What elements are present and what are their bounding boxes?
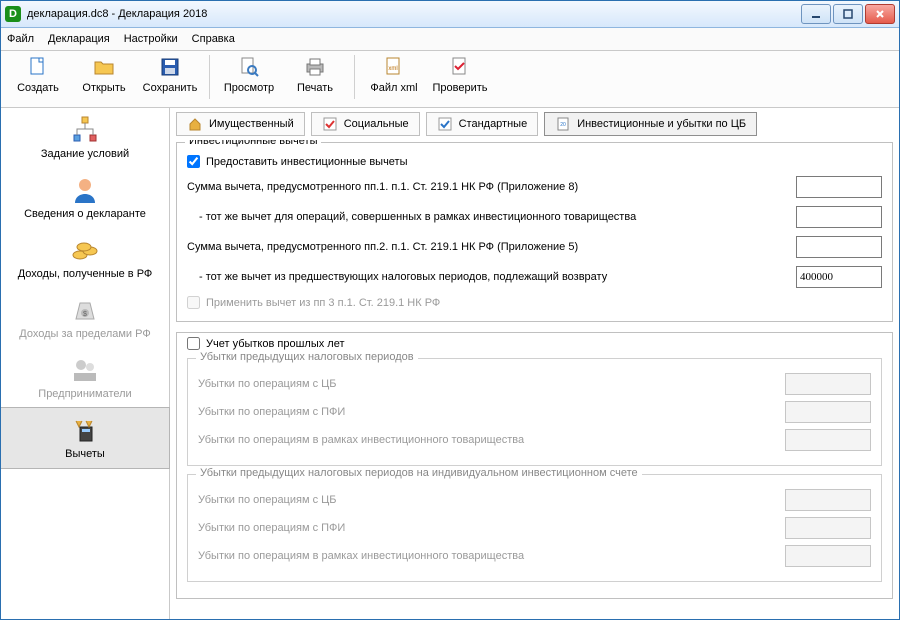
losses-group-1: Убытки предыдущих налоговых периодов Убы… xyxy=(187,358,882,466)
main: Имущественный Социальные Стандартные 20И… xyxy=(170,108,899,619)
tab-standard[interactable]: Стандартные xyxy=(426,112,539,136)
toolbar-print[interactable]: Печать xyxy=(282,53,348,96)
tab-property[interactable]: Имущественный xyxy=(176,112,305,136)
panel-invest-legend: Инвестиционные вычеты xyxy=(185,140,321,147)
body: Задание условий Сведения о декларанте До… xyxy=(1,108,899,619)
briefcase-icon xyxy=(69,354,101,386)
checkbox-losses-input[interactable] xyxy=(187,337,200,350)
tabbar: Имущественный Социальные Стандартные 20И… xyxy=(170,108,899,140)
invest-input-3[interactable] xyxy=(796,236,882,258)
svg-text:20: 20 xyxy=(560,122,566,128)
invest-line-1: Сумма вычета, предусмотренного пп.1. п.1… xyxy=(187,176,882,198)
losses2-input-3 xyxy=(785,545,871,567)
toolbar-separator xyxy=(354,55,355,99)
sidebar: Задание условий Сведения о декларанте До… xyxy=(1,108,170,619)
app-window: D декларация.dc8 - Декларация 2018 Файл … xyxy=(0,0,900,620)
checkbox-apply-p3-input xyxy=(187,296,200,309)
check-red-icon xyxy=(322,116,338,132)
toolbar-separator xyxy=(209,55,210,99)
invest-line-4: - тот же вычет из предшествующих налогов… xyxy=(187,266,882,288)
person-icon xyxy=(69,174,101,206)
window-buttons xyxy=(801,4,895,24)
doc-icon: 20 xyxy=(555,116,571,132)
menubar: Файл Декларация Настройки Справка xyxy=(1,28,899,51)
panel-invest: Инвестиционные вычеты Предоставить инвес… xyxy=(176,142,893,322)
checkbox-apply-p3: Применить вычет из пп 3 п.1. Ст. 219.1 Н… xyxy=(187,296,882,309)
toolbar-preview[interactable]: Просмотр xyxy=(216,53,282,96)
xml-icon: xml xyxy=(382,55,406,79)
losses1-input-3 xyxy=(785,429,871,451)
new-icon xyxy=(26,55,50,79)
losses-group-2: Убытки предыдущих налоговых периодов на … xyxy=(187,474,882,582)
save-icon xyxy=(158,55,182,79)
maximize-button[interactable] xyxy=(833,4,863,24)
checkbox-provide-invest-input[interactable] xyxy=(187,155,200,168)
print-icon xyxy=(303,55,327,79)
losses2-row-1: Убытки по операциям с ЦБ xyxy=(198,489,871,511)
losses2-input-1 xyxy=(785,489,871,511)
content: Инвестиционные вычеты Предоставить инвес… xyxy=(170,140,899,619)
panel-losses: Учет убытков прошлых лет Убытки предыдущ… xyxy=(176,332,893,599)
menu-help[interactable]: Справка xyxy=(192,33,235,45)
preview-icon xyxy=(237,55,261,79)
sidebar-item-income-rf[interactable]: Доходы, полученные в РФ xyxy=(1,228,169,288)
losses1-row-3: Убытки по операциям в рамках инвестицион… xyxy=(198,429,871,451)
invest-line-3: Сумма вычета, предусмотренного пп.2. п.1… xyxy=(187,236,882,258)
invest-line-2: - тот же вычет для операций, совершенных… xyxy=(187,206,882,228)
invest-input-2[interactable] xyxy=(796,206,882,228)
menu-file[interactable]: Файл xyxy=(7,33,34,45)
invest-input-1[interactable] xyxy=(796,176,882,198)
svg-text:xml: xml xyxy=(388,66,397,72)
checkbox-provide-invest[interactable]: Предоставить инвестиционные вычеты xyxy=(187,155,882,168)
sidebar-item-entrepreneur: Предприниматели xyxy=(1,348,169,408)
tab-social[interactable]: Социальные xyxy=(311,112,420,136)
losses1-input-2 xyxy=(785,401,871,423)
menu-declaration[interactable]: Декларация xyxy=(48,33,110,45)
sidebar-item-declarant[interactable]: Сведения о декларанте xyxy=(1,168,169,228)
titlebar: D декларация.dc8 - Декларация 2018 xyxy=(1,1,899,28)
losses2-row-2: Убытки по операциям с ПФИ xyxy=(198,517,871,539)
close-button[interactable] xyxy=(865,4,895,24)
sidebar-item-deductions[interactable]: Вычеты xyxy=(1,407,170,469)
sidebar-item-conditions[interactable]: Задание условий xyxy=(1,108,169,168)
losses2-input-2 xyxy=(785,517,871,539)
toolbar-save[interactable]: Сохранить xyxy=(137,53,203,96)
check-icon xyxy=(448,55,472,79)
toolbar-check[interactable]: Проверить xyxy=(427,53,493,96)
toolbar-open[interactable]: Открыть xyxy=(71,53,137,96)
window-title: декларация.dc8 - Декларация 2018 xyxy=(27,8,795,20)
menu-settings[interactable]: Настройки xyxy=(124,33,178,45)
losses2-row-3: Убытки по операциям в рамках инвестицион… xyxy=(198,545,871,567)
losses1-row-2: Убытки по операциям с ПФИ xyxy=(198,401,871,423)
check-blue-icon xyxy=(437,116,453,132)
open-icon xyxy=(92,55,116,79)
tab-invest[interactable]: 20Инвестиционные и убытки по ЦБ xyxy=(544,112,757,136)
toolbar: Создать Открыть Сохранить Просмотр Печат… xyxy=(1,51,899,108)
sidebar-item-income-abroad: $Доходы за пределами РФ xyxy=(1,288,169,348)
losses1-input-1 xyxy=(785,373,871,395)
tree-icon xyxy=(69,114,101,146)
invest-input-4[interactable] xyxy=(796,266,882,288)
calc-icon xyxy=(69,414,101,446)
toolbar-xml[interactable]: xmlФайл xml xyxy=(361,53,427,96)
coins-icon xyxy=(69,234,101,266)
losses1-row-1: Убытки по операциям с ЦБ xyxy=(198,373,871,395)
svg-text:$: $ xyxy=(83,311,87,318)
minimize-button[interactable] xyxy=(801,4,831,24)
bag-icon: $ xyxy=(69,294,101,326)
app-icon: D xyxy=(5,6,21,22)
house-icon xyxy=(187,116,203,132)
toolbar-new[interactable]: Создать xyxy=(5,53,71,96)
checkbox-losses[interactable]: Учет убытков прошлых лет xyxy=(187,337,882,350)
